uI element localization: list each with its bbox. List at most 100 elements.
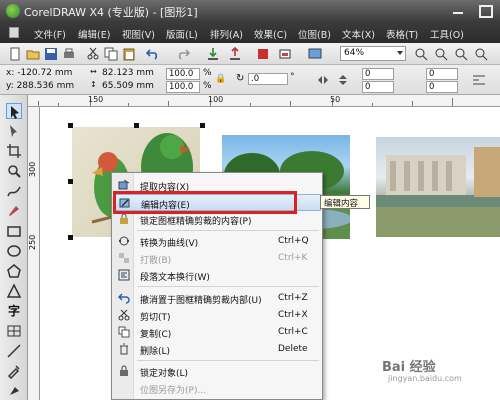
zoom-level-value: 64% [344, 48, 365, 58]
menu-effects[interactable]: 效果(C) [254, 27, 287, 41]
scissors-icon [118, 309, 130, 321]
minimize-button[interactable] [446, 2, 470, 18]
menu-view[interactable]: 视图(V) [122, 27, 155, 41]
ruler-label: 100 [208, 95, 224, 104]
redo-icon[interactable] [176, 47, 190, 61]
zoom-selection-icon[interactable] [474, 47, 488, 61]
menu-item-copy[interactable]: 复制(C) Ctrl+C [113, 324, 321, 341]
highlight-annotation-box [113, 191, 297, 214]
menu-item-convert-to-curves[interactable]: 转换为曲线(V) Ctrl+Q [113, 233, 321, 250]
building-image[interactable] [376, 137, 500, 237]
menu-edit[interactable]: 编辑(E) [78, 27, 110, 41]
polygon-tool-icon[interactable] [6, 263, 22, 279]
zoom-level-select[interactable]: 64% [340, 46, 406, 61]
pick-tool-icon[interactable] [6, 103, 22, 119]
offset-bottom-input[interactable]: 0 [362, 81, 394, 93]
ruler-label: 250 [28, 234, 37, 250]
offset-top-input[interactable]: 0 [362, 68, 394, 80]
selection-handle[interactable] [134, 123, 139, 128]
selection-handle[interactable] [68, 235, 73, 240]
menu-file[interactable]: 文件(F) [34, 27, 66, 41]
menu-text[interactable]: 文本(X) [342, 27, 375, 41]
cut-icon[interactable] [86, 47, 100, 61]
paste-icon[interactable] [122, 47, 136, 61]
rotate-icon: ↻ [236, 73, 245, 84]
copy-icon[interactable] [104, 47, 118, 61]
selection-handle[interactable] [68, 123, 73, 128]
trash-icon [118, 343, 130, 355]
lock-ratio-icon[interactable]: 🔒 [215, 74, 226, 84]
menu-item-label: 锁定图框精确剪裁的内容(P) [140, 217, 252, 227]
shape-tool-icon[interactable] [6, 123, 22, 139]
import-icon[interactable] [206, 47, 220, 61]
mirror-horizontal-icon[interactable] [316, 73, 330, 87]
table-tool-icon[interactable] [6, 323, 22, 339]
ruler-label: 50 [330, 95, 341, 104]
app-launcher-icon[interactable] [278, 47, 292, 61]
new-document-icon[interactable] [8, 47, 22, 61]
watermark-logo: Bai 经验 [382, 360, 436, 375]
publish-pdf-icon[interactable] [256, 47, 270, 61]
offset-right-input[interactable]: 0 [426, 81, 458, 93]
object-width-readout[interactable]: 82.123 mm [102, 68, 154, 78]
wrap-text-icon[interactable] [472, 73, 486, 87]
menu-item-wrap-paragraph-text[interactable]: 段落文本换行(W) [113, 267, 321, 284]
maximize-button[interactable] [472, 2, 496, 18]
position-y-readout[interactable]: y: 288.536 mm [6, 81, 74, 91]
menu-item-cut[interactable]: 剪切(T) Ctrl+X [113, 307, 321, 324]
zoom-tool-icon[interactable] [6, 163, 22, 179]
rotation-unit: ° [290, 72, 295, 82]
menu-item-lock-object[interactable]: 锁定对象(L) [113, 363, 321, 380]
menu-tools[interactable]: 工具(O) [430, 27, 464, 41]
export-icon[interactable] [228, 47, 242, 61]
save-icon[interactable] [44, 47, 58, 61]
object-height-readout[interactable]: 65.509 mm [102, 81, 154, 91]
zoom-page-icon[interactable] [454, 47, 468, 61]
chevron-down-icon [397, 51, 403, 55]
selection-handle[interactable] [68, 179, 73, 184]
open-folder-icon[interactable] [26, 47, 40, 61]
extract-icon [118, 179, 130, 191]
menu-arrange[interactable]: 排列(A) [210, 27, 243, 41]
rectangle-tool-icon[interactable] [6, 223, 22, 239]
menu-item-label: 复制(C) [140, 330, 172, 340]
zoom-out-icon[interactable] [434, 47, 448, 61]
document-icon[interactable] [9, 27, 19, 38]
watermark-url: jingyan.baidu.com [388, 374, 462, 383]
menu-item-shortcut: Ctrl+Q [278, 236, 309, 246]
crop-tool-icon[interactable] [6, 143, 22, 159]
selection-handle[interactable] [200, 123, 205, 128]
offset-left-input[interactable]: 0 [426, 68, 458, 80]
menu-separator [137, 286, 319, 287]
position-x-readout[interactable]: x: -120.72 mm [6, 68, 72, 78]
lock-object-icon [118, 365, 130, 377]
menu-item-label: 打散(B) [140, 256, 172, 266]
ruler-label: 150 [88, 95, 104, 104]
rotation-input[interactable]: .0 [248, 73, 288, 85]
menu-bitmaps[interactable]: 位图(B) [298, 27, 331, 41]
freehand-tool-icon[interactable] [6, 183, 22, 199]
scale-x-input[interactable]: 100.0 [166, 68, 200, 80]
dimension-tool-icon[interactable] [6, 343, 22, 359]
eyedropper-tool-icon[interactable] [6, 363, 22, 379]
menu-item-shortcut: Ctrl+X [278, 310, 308, 320]
smart-fill-icon[interactable] [6, 203, 22, 219]
horizontal-ruler[interactable]: 150 100 50 [28, 95, 500, 107]
scale-y-input[interactable]: 100.0 [166, 81, 200, 93]
menu-item-label: 剪切(T) [140, 313, 171, 323]
undo-icon[interactable] [146, 47, 160, 61]
welcome-screen-icon[interactable] [308, 47, 322, 61]
menu-item-undo-powerclip[interactable]: 撤消置于图框精确剪裁内部(U) Ctrl+Z [113, 290, 321, 307]
fill-tool-icon[interactable] [6, 383, 22, 399]
vertical-ruler[interactable]: 300 250 [28, 107, 40, 400]
menu-table[interactable]: 表格(T) [386, 27, 418, 41]
zoom-in-icon[interactable] [414, 47, 428, 61]
menu-item-label: 转换为曲线(V) [140, 239, 199, 249]
menu-item-delete[interactable]: 删除(L) Delete [113, 341, 321, 358]
mirror-vertical-icon[interactable] [336, 73, 350, 87]
text-tool-icon[interactable]: 字 [6, 303, 22, 319]
menu-layout[interactable]: 版面(L) [166, 27, 198, 41]
print-icon[interactable] [62, 47, 76, 61]
ellipse-tool-icon[interactable] [6, 243, 22, 259]
basic-shapes-icon[interactable] [6, 283, 22, 299]
